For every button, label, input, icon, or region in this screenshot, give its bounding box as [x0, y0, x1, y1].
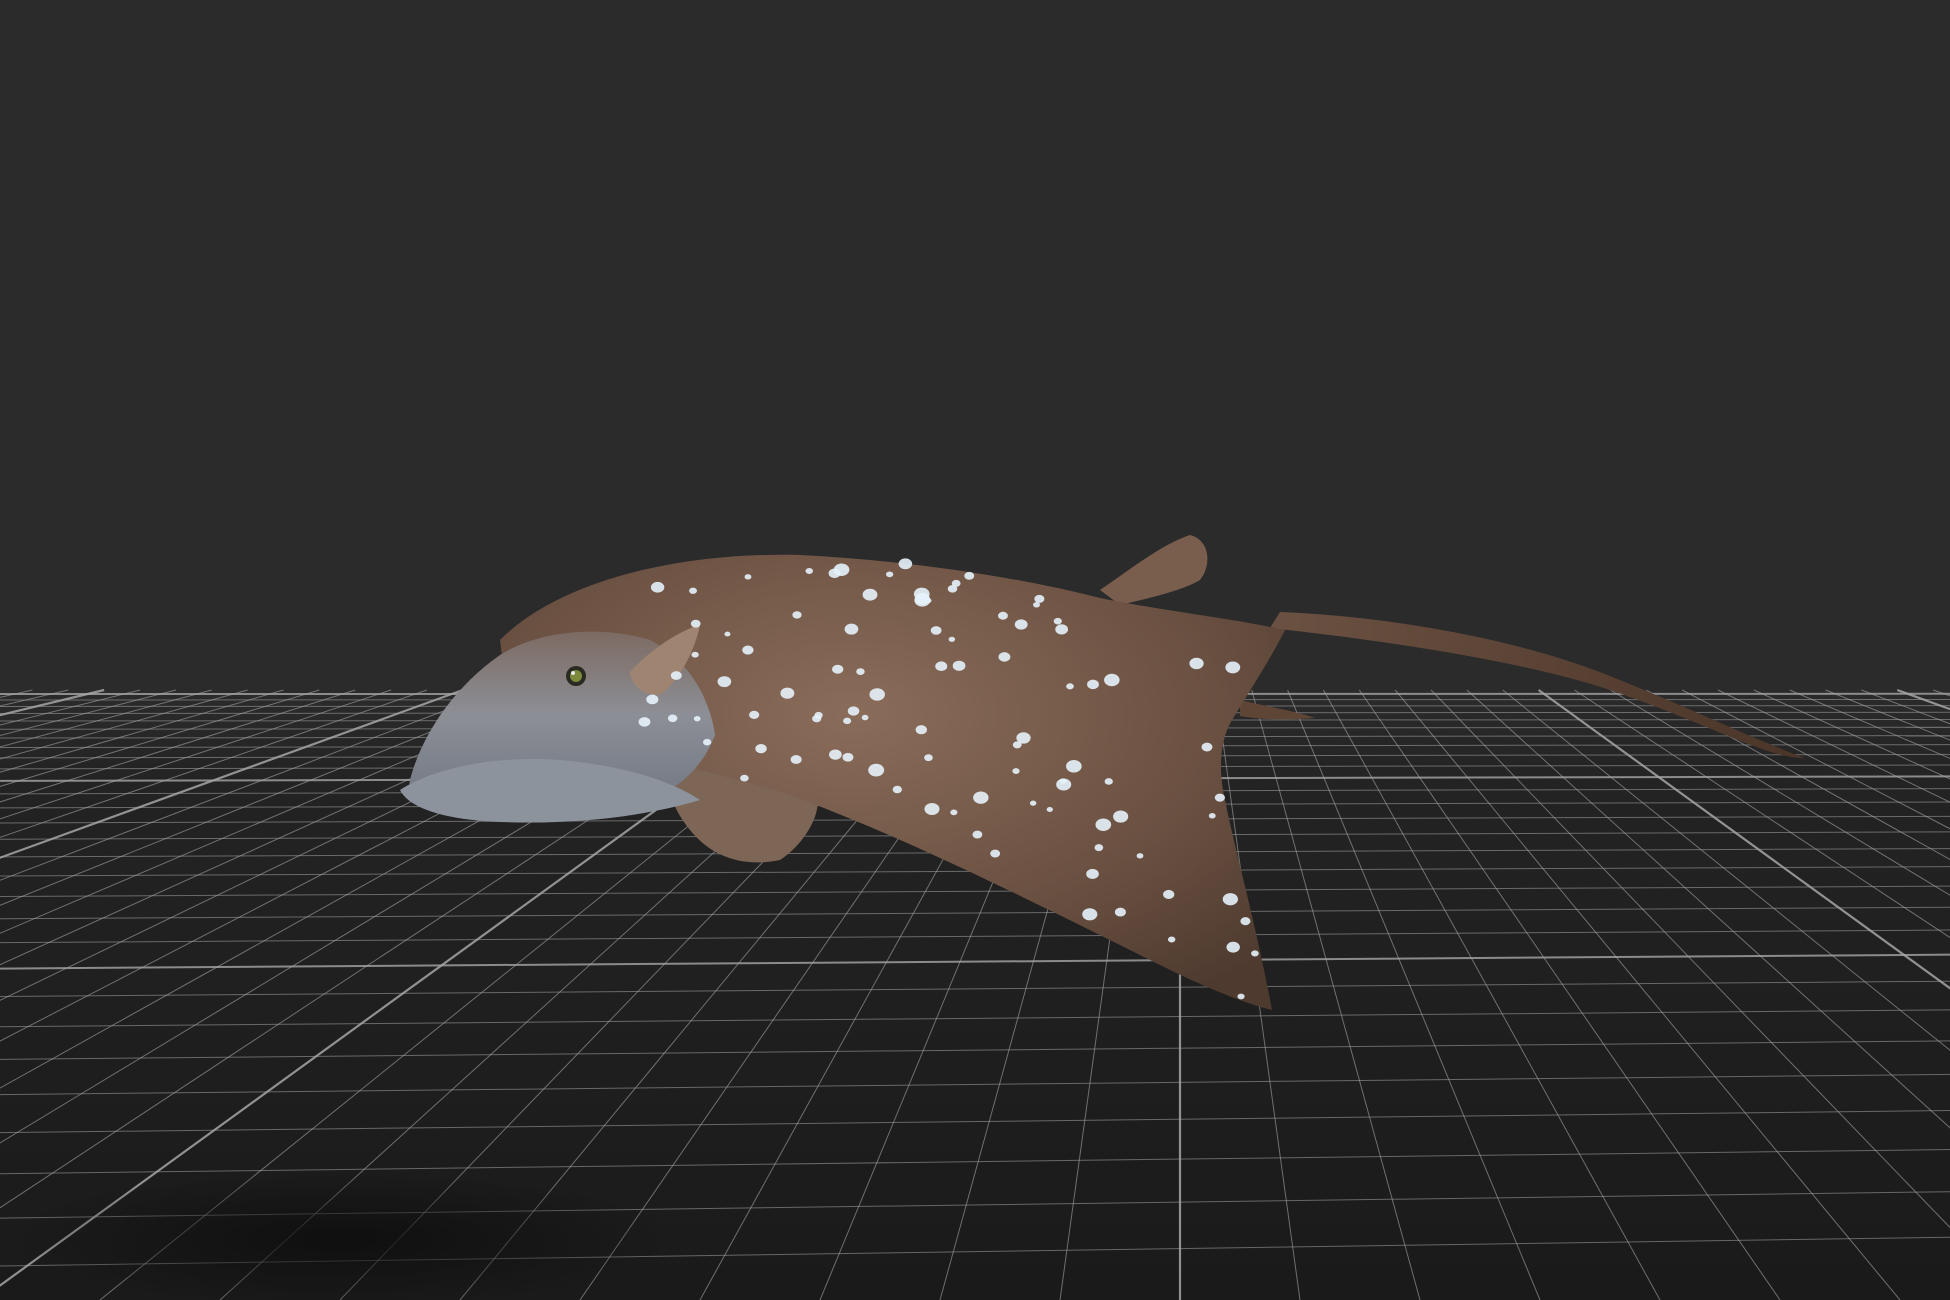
viewport-canvas[interactable] — [0, 0, 1950, 1300]
spot — [862, 588, 878, 601]
spot — [780, 687, 795, 699]
spot — [935, 661, 948, 672]
spot — [952, 660, 966, 671]
spot — [844, 623, 859, 635]
spot — [1104, 673, 1120, 687]
spot — [805, 567, 814, 574]
spot — [693, 715, 701, 722]
spot — [1163, 889, 1175, 899]
spot — [1237, 993, 1245, 1000]
spot — [650, 581, 665, 593]
spot — [1086, 868, 1099, 880]
spot — [924, 754, 933, 762]
spot — [702, 738, 712, 746]
spot — [898, 558, 913, 570]
spot — [1226, 941, 1240, 953]
spot — [1046, 807, 1053, 813]
spot — [1016, 732, 1031, 744]
spot — [812, 715, 822, 723]
spot — [1214, 793, 1225, 802]
eye-highlight — [571, 671, 575, 675]
spot — [670, 671, 682, 680]
spot — [998, 652, 1011, 662]
spot — [1055, 624, 1069, 635]
spot — [1251, 950, 1259, 957]
spot — [790, 755, 802, 764]
spot — [832, 664, 844, 674]
spot — [869, 688, 885, 701]
spot — [861, 714, 869, 721]
spot — [1114, 907, 1126, 917]
spot — [1225, 661, 1241, 674]
spot — [1066, 760, 1082, 773]
spot — [1014, 619, 1028, 630]
spot — [1104, 778, 1113, 785]
spot — [724, 631, 731, 637]
spot — [833, 563, 850, 576]
spot — [1167, 936, 1176, 943]
spot — [915, 725, 928, 735]
spot — [847, 706, 860, 716]
spot — [1208, 813, 1216, 819]
spot — [740, 774, 749, 782]
spot — [964, 571, 975, 580]
spot — [885, 571, 894, 578]
spot — [930, 626, 942, 635]
spot — [924, 803, 940, 816]
3d-viewport[interactable] — [0, 0, 1950, 1300]
spot — [1136, 853, 1144, 859]
spot — [892, 785, 902, 794]
spot — [1189, 657, 1204, 670]
spot — [973, 791, 989, 804]
spot — [950, 809, 958, 816]
spot — [998, 611, 1008, 620]
spot — [842, 752, 854, 762]
spot — [1113, 810, 1129, 823]
spot — [1222, 893, 1238, 906]
spot — [792, 611, 802, 619]
spot — [1201, 742, 1213, 752]
spot — [755, 744, 767, 754]
spot — [1094, 844, 1104, 852]
spot — [1012, 768, 1020, 774]
spot — [1082, 908, 1098, 921]
spot — [749, 710, 760, 719]
spot — [1029, 800, 1037, 806]
spot — [947, 585, 958, 593]
spot — [829, 749, 842, 760]
spot — [1059, 778, 1067, 784]
spot — [1087, 679, 1099, 690]
spot — [638, 717, 651, 727]
spot — [689, 587, 697, 594]
spot — [717, 676, 732, 688]
spot — [742, 645, 754, 655]
spot — [744, 574, 752, 580]
spot — [856, 668, 865, 675]
spot — [990, 849, 1001, 858]
spot — [667, 714, 678, 723]
spot — [691, 651, 699, 658]
spot — [1034, 594, 1045, 603]
spot — [1053, 617, 1062, 625]
dorsal-fin — [1100, 535, 1208, 605]
spot — [948, 636, 956, 642]
spot — [868, 763, 885, 777]
spot — [1095, 818, 1112, 831]
spot — [972, 830, 983, 839]
spot — [1033, 601, 1040, 608]
spot — [914, 592, 930, 605]
spot — [1240, 917, 1251, 926]
spot — [843, 717, 852, 725]
spot — [646, 694, 659, 705]
spot — [690, 619, 701, 628]
spot — [1066, 683, 1074, 690]
